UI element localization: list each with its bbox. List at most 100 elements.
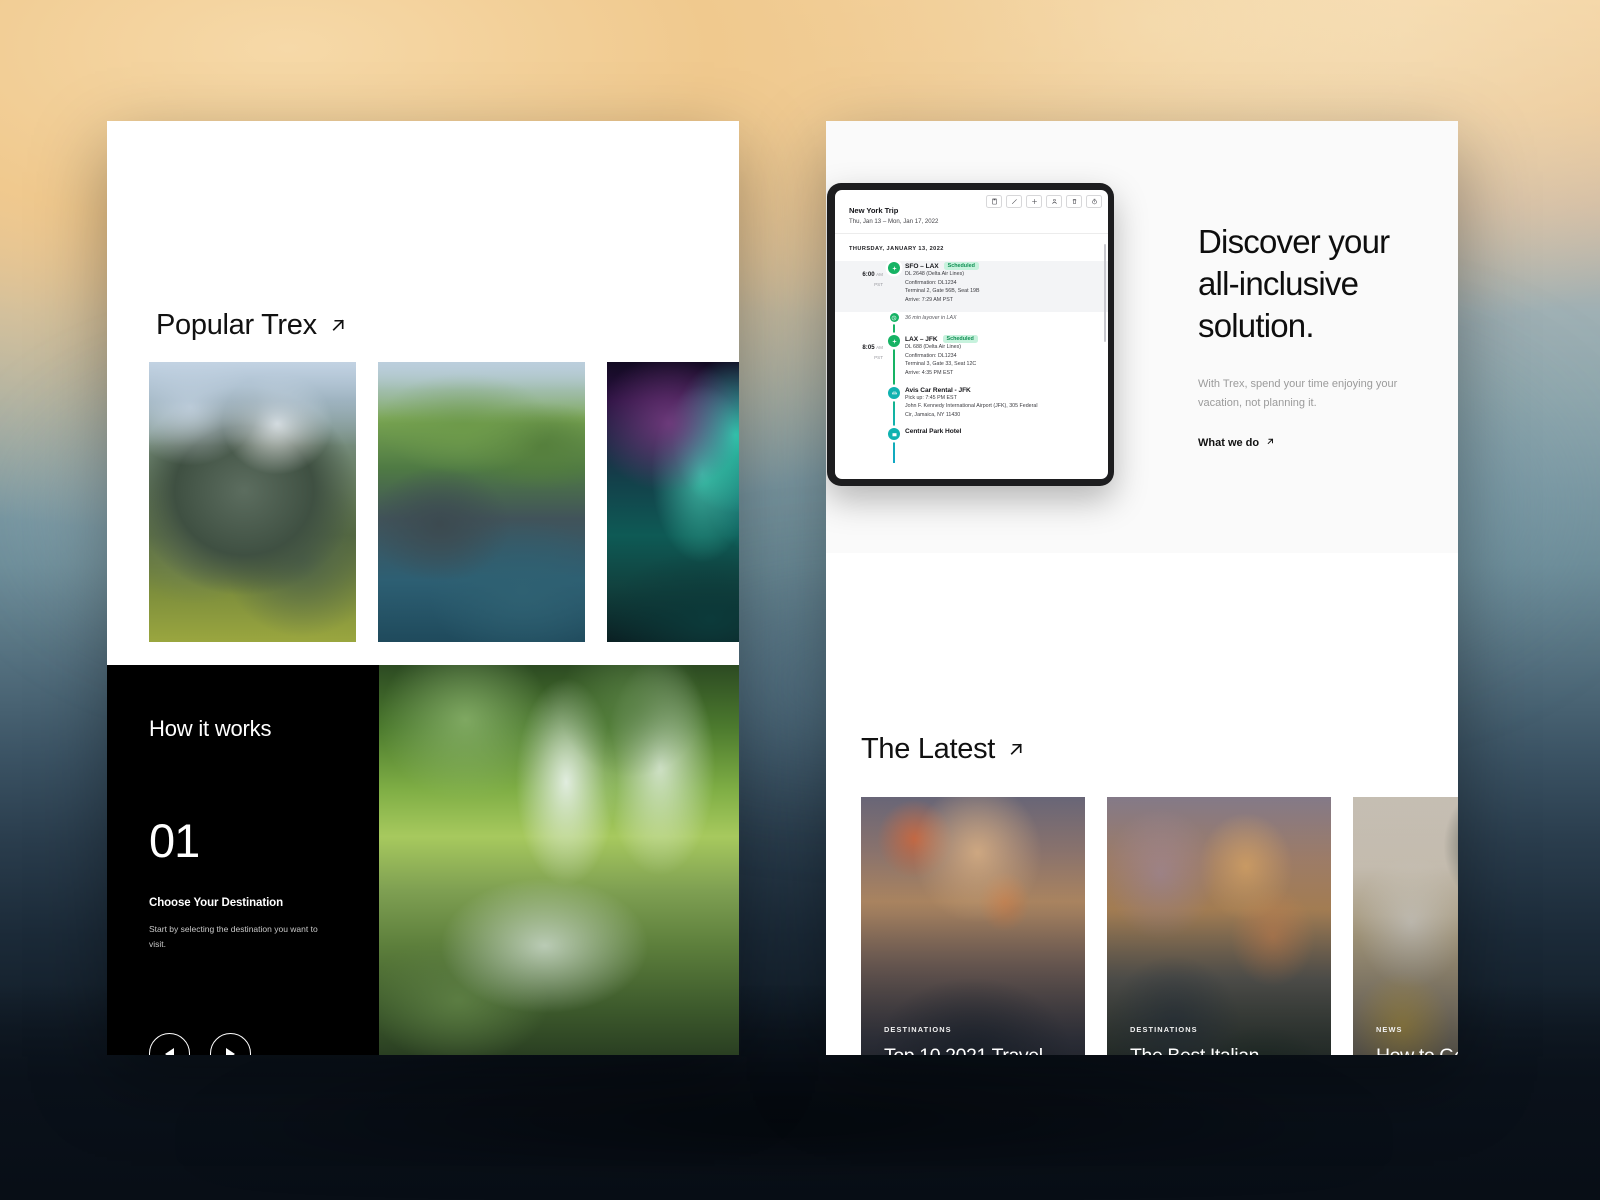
hero-section: New York Trip Thu, Jan 13 – Mon, Jan 17,… bbox=[826, 121, 1458, 553]
car-icon bbox=[888, 386, 900, 399]
item-time bbox=[835, 312, 883, 334]
post-content: DESTINATIONS The Best Italian Getaways R… bbox=[1130, 1025, 1313, 1055]
next-step-button[interactable] bbox=[210, 1033, 251, 1055]
post-title: How to Get a Passport bbox=[1376, 1044, 1458, 1055]
step-title: Choose Your Destination bbox=[149, 897, 284, 909]
post-category: DESTINATIONS bbox=[884, 1025, 952, 1035]
page-title: Discover your all-inclusive solution. bbox=[1198, 223, 1390, 345]
item-detail-line: John F. Kennedy International Airport (J… bbox=[905, 403, 1038, 410]
plus-icon[interactable] bbox=[1026, 195, 1042, 208]
timeline-marker bbox=[883, 312, 905, 334]
item-body: Avis Car Rental - JFK Pick up: 7:45 PM E… bbox=[905, 386, 1108, 428]
itinerary-item[interactable]: Central Park Hotel bbox=[835, 427, 1108, 449]
popular-trex-title: Popular Trex bbox=[156, 309, 317, 341]
post-content: DESTINATIONS Top 10 2021 Travel Destinat… bbox=[884, 1025, 1067, 1055]
post-title: Top 10 2021 Travel Destinations bbox=[884, 1044, 1067, 1055]
post-overlay bbox=[1353, 797, 1458, 1055]
person-icon[interactable] bbox=[1046, 195, 1062, 208]
item-time-meridiem: AM bbox=[876, 272, 883, 277]
item-time: 6:00 AM PST bbox=[835, 261, 883, 312]
note-icon[interactable] bbox=[986, 195, 1002, 208]
post-overlay bbox=[1107, 797, 1331, 1055]
trex-card[interactable]: Machu Picchu 7 Days | Machu Picchu, Peru… bbox=[149, 362, 356, 717]
trex-card[interactable]: Alaska Northern Lights 5 Days | Reykjavi… bbox=[607, 362, 739, 717]
clock-icon bbox=[889, 313, 899, 323]
post-category: DESTINATIONS bbox=[1130, 1025, 1198, 1035]
hero-subtitle: With Trex, spend your time enjoying your… bbox=[1198, 377, 1398, 409]
post-title: The Best Italian Getaways bbox=[1130, 1044, 1313, 1055]
post-content: NEWS How to Get a Passport Read More bbox=[1376, 1025, 1458, 1055]
what-we-do-link[interactable]: What we do bbox=[1198, 437, 1438, 449]
itinerary-timeline: 6:00 AM PST SFO – LAX Scheduled DL 2648 … bbox=[835, 261, 1108, 464]
item-time-value: 6:00 bbox=[862, 271, 875, 278]
tablet-mockup: New York Trip Thu, Jan 13 – Mon, Jan 17,… bbox=[827, 183, 1114, 486]
post-overlay bbox=[861, 797, 1085, 1055]
popular-trex-grid: Machu Picchu 7 Days | Machu Picchu, Peru… bbox=[149, 362, 739, 717]
how-it-works-title: How it works bbox=[149, 716, 272, 741]
itinerary-item[interactable]: 8:05 AM PST LAX – JFK Scheduled DL 688 (… bbox=[835, 334, 1108, 385]
timeline-marker bbox=[883, 386, 905, 428]
day-label: THURSDAY, JANUARY 13, 2022 bbox=[849, 246, 944, 252]
itinerary-item[interactable]: 6:00 AM PST SFO – LAX Scheduled DL 2648 … bbox=[835, 261, 1108, 313]
item-title: Central Park Hotel bbox=[905, 428, 962, 436]
pencil-icon[interactable] bbox=[1006, 195, 1022, 208]
step-description: Start by selecting the destination you w… bbox=[149, 924, 318, 949]
step-number: 01 bbox=[149, 814, 200, 867]
item-detail-line: Terminal 3, Gate 33, Seat 12C bbox=[905, 361, 977, 368]
item-time: 8:05 AM PST bbox=[835, 334, 883, 385]
trash-icon[interactable] bbox=[1066, 195, 1082, 208]
item-timezone: PST bbox=[874, 281, 883, 287]
popular-trex-heading: Popular Trex bbox=[156, 309, 348, 342]
what-we-do-label: What we do bbox=[1198, 436, 1260, 449]
triangle-left-icon bbox=[165, 1047, 174, 1055]
item-body: LAX – JFK Scheduled DL 688 (Delta Air Li… bbox=[905, 334, 1108, 385]
item-detail-line: Terminal 2, Gate 56B, Seat 19B bbox=[905, 288, 980, 295]
step-navigation bbox=[149, 1033, 251, 1055]
triangle-right-icon bbox=[226, 1047, 235, 1055]
arrow-up-right-icon[interactable] bbox=[329, 316, 348, 335]
item-detail-line: Cir, Jamaica, NY 11430 bbox=[905, 411, 961, 418]
timeline-marker bbox=[883, 261, 905, 312]
item-time-meridiem: AM bbox=[876, 345, 883, 351]
itinerary-item[interactable]: 36 min layover in LAX bbox=[835, 312, 1108, 334]
item-time bbox=[835, 386, 883, 428]
plane-icon bbox=[888, 335, 900, 348]
left-screen-panel: Popular Trex Machu Picchu 7 Days | Machu… bbox=[107, 121, 739, 1055]
post-category: NEWS bbox=[1376, 1025, 1403, 1035]
vertical-scrollbar[interactable] bbox=[1104, 244, 1106, 342]
itinerary-item[interactable]: Avis Car Rental - JFK Pick up: 7:45 PM E… bbox=[835, 386, 1108, 428]
the-latest-title: The Latest bbox=[861, 733, 996, 765]
itinerary-toolbar bbox=[986, 195, 1102, 208]
the-latest-grid: DESTINATIONS Top 10 2021 Travel Destinat… bbox=[861, 797, 1458, 1055]
status-badge: Scheduled bbox=[943, 262, 979, 270]
irish-cliffs-photo bbox=[378, 362, 585, 642]
item-detail-line: Pick up: 7:45 PM EST bbox=[905, 394, 957, 401]
item-body: 36 min layover in LAX bbox=[905, 312, 1108, 334]
item-detail-line: Confirmation: DL1234 bbox=[905, 352, 957, 359]
timer-icon[interactable] bbox=[1086, 195, 1102, 208]
timeline-marker bbox=[883, 334, 905, 385]
item-body: Central Park Hotel bbox=[905, 427, 1108, 449]
item-time-value: 8:05 bbox=[862, 344, 875, 352]
right-screen-panel: New York Trip Thu, Jan 13 – Mon, Jan 17,… bbox=[826, 121, 1458, 1055]
northern-lights-photo bbox=[607, 362, 739, 642]
item-detail-line: Arrive: 4:35 PM EST bbox=[905, 370, 954, 377]
item-title: SFO – LAX bbox=[905, 262, 939, 270]
arrow-up-right-icon[interactable] bbox=[1007, 740, 1026, 759]
post-card[interactable]: NEWS How to Get a Passport Read More bbox=[1353, 797, 1458, 1055]
how-it-works-section: How it works 01 Choose Your Destination … bbox=[107, 665, 739, 1055]
trip-dates: Thu, Jan 13 – Mon, Jan 17, 2022 bbox=[849, 218, 939, 225]
timeline-marker bbox=[883, 427, 905, 449]
post-card[interactable]: DESTINATIONS Top 10 2021 Travel Destinat… bbox=[861, 797, 1085, 1055]
plane-icon bbox=[888, 262, 900, 274]
hero-copy: Discover your all-inclusive solution. Wi… bbox=[1198, 221, 1438, 449]
previous-step-button[interactable] bbox=[149, 1033, 190, 1055]
trex-card[interactable]: Irish Coast & Cliffs 7 Days | Cliffs of … bbox=[378, 362, 585, 717]
item-route: LAX – JFK Scheduled bbox=[905, 335, 1098, 344]
item-detail-line: Arrive: 7:29 AM PST bbox=[905, 296, 953, 303]
item-route: SFO – LAX Scheduled bbox=[905, 262, 1098, 270]
post-card[interactable]: DESTINATIONS The Best Italian Getaways R… bbox=[1107, 797, 1331, 1055]
waterfall-jungle-photo bbox=[379, 665, 739, 1055]
how-it-works-content: How it works 01 Choose Your Destination … bbox=[107, 665, 379, 1055]
item-detail-line: Confirmation: DL1234 bbox=[905, 279, 957, 286]
